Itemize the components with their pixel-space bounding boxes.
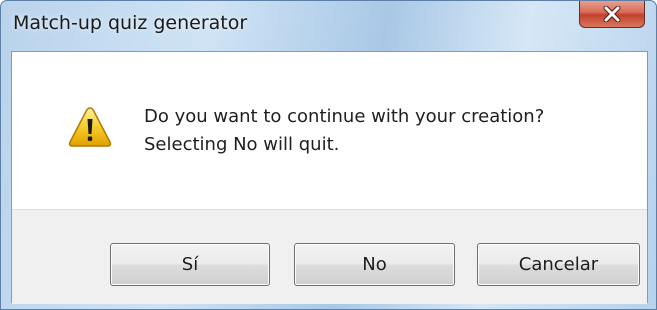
yes-button[interactable]: Sí: [110, 243, 270, 286]
button-bar: Sí No Cancelar: [12, 209, 647, 304]
close-button[interactable]: [579, 1, 645, 28]
dialog-message: Do you want to continue with your creati…: [144, 103, 544, 159]
window-title: Match-up quiz generator: [13, 12, 248, 34]
message-area: Do you want to continue with your creati…: [12, 52, 647, 209]
dialog-window: Match-up quiz generator Do you want to c…: [0, 0, 657, 310]
title-bar[interactable]: Match-up quiz generator: [1, 1, 656, 51]
message-line-2: Selecting No will quit.: [144, 134, 340, 155]
message-line-1: Do you want to continue with your creati…: [144, 106, 545, 127]
close-icon: [602, 5, 622, 22]
cancel-button[interactable]: Cancelar: [477, 243, 640, 286]
dialog-body: Do you want to continue with your creati…: [11, 51, 648, 304]
no-button[interactable]: No: [294, 243, 455, 286]
warning-icon: [67, 105, 113, 151]
